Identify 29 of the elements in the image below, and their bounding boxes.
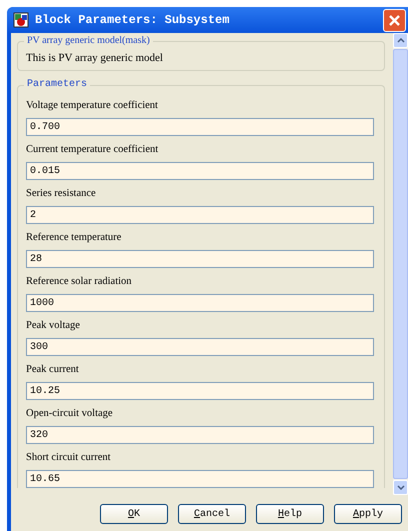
field-label: Peak voltage	[26, 320, 80, 331]
field-label: Peak current	[26, 364, 79, 375]
field-label: Short circuit current	[26, 452, 111, 463]
input-field[interactable]: 0.015	[26, 162, 374, 180]
close-button[interactable]	[383, 8, 406, 32]
input-field[interactable]: 10.25	[26, 382, 374, 400]
window-title: Block Parameters: Subsystem	[35, 13, 230, 27]
input-field[interactable]: 10.65	[26, 470, 374, 488]
field-label: Current temperature coefficient	[26, 144, 158, 155]
input-field[interactable]: 28	[26, 250, 374, 268]
block-icon	[13, 12, 29, 28]
field-label: Voltage temperature coefficient	[26, 100, 158, 111]
dialog-button[interactable]: Apply	[334, 504, 402, 524]
input-field[interactable]: 320	[26, 426, 374, 444]
field-label: Open-circuit voltage	[26, 408, 113, 419]
dialog-button[interactable]: OK	[100, 504, 168, 524]
input-field[interactable]: 2	[26, 206, 374, 224]
description-text: This is PV array generic model	[26, 52, 164, 64]
dialog-button[interactable]: Cancel	[178, 504, 246, 524]
scrollbar[interactable]	[393, 33, 408, 495]
close-icon[interactable]	[388, 14, 401, 26]
field-label: Reference solar radiation	[26, 276, 132, 287]
panel-title: PV array generic model(mask)	[24, 35, 153, 46]
input-field[interactable]: 300	[26, 338, 374, 356]
field-label: Reference temperature	[26, 232, 122, 243]
input-field[interactable]: 1000	[26, 294, 374, 312]
field-label: Series resistance	[26, 188, 96, 199]
input-field[interactable]: 0.700	[26, 118, 374, 136]
dialog-button[interactable]: Help	[256, 504, 324, 524]
